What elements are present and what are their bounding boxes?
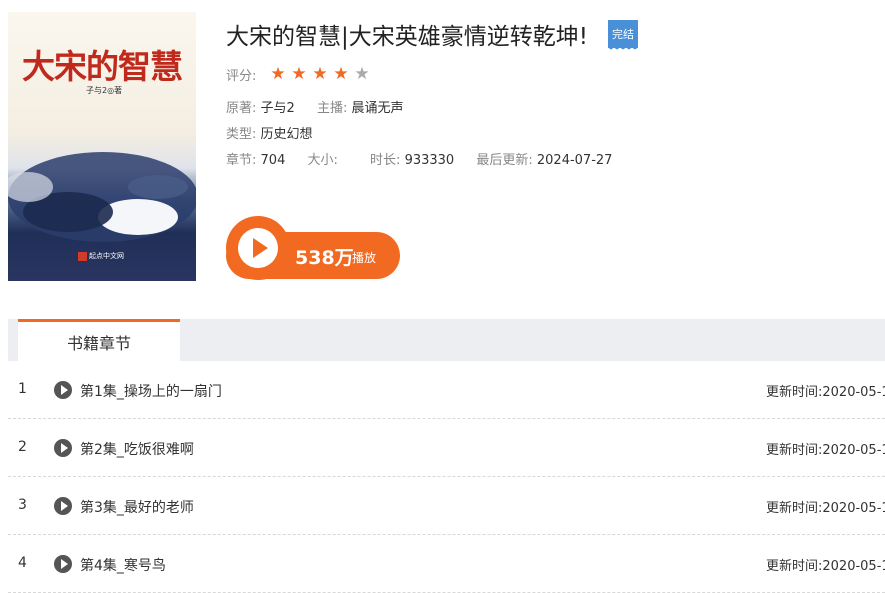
chapter-number: 1 [18,381,27,397]
duration-label: 时长: [370,153,401,168]
type-row: 类型: 历史幻想 [226,123,313,142]
play-label: 播放 [352,251,377,265]
type-label: 类型: [226,127,257,142]
author-link[interactable]: 子与2 [261,101,295,116]
cover-publisher: 起点中文网 [78,251,124,261]
chapter-updated: 更新时间:2020-05-19 [766,443,885,458]
narrator-link[interactable]: 晨诵无声 [351,101,403,116]
chapter-updated: 更新时间:2020-05-19 [766,385,885,400]
play-circle-icon[interactable] [54,497,72,515]
chapter-updated: 更新时间:2020-05-19 [766,559,885,574]
book-cover[interactable]: 大宋的智慧 子与2◎著 起点中文网 [8,12,196,281]
cover-author: 子与2◎著 [86,86,123,95]
title-row: 大宋的智慧|大宋英雄豪情逆转乾坤! 完结 [226,17,638,51]
chapter-title[interactable]: 第2集_吃饭很难啊 [80,439,194,459]
play-circle-icon[interactable] [54,381,72,399]
tab-book-chapters[interactable]: 书籍章节 [18,319,180,361]
star-filled-icon: ★ [333,64,349,84]
chapters-value: 704 [260,153,286,168]
credits-row: 原著: 子与2 主播: 晨诵无声 [226,97,404,116]
rating-label: 评分: [226,68,257,84]
chapter-updated: 更新时间:2020-05-19 [766,501,885,516]
chapter-number: 3 [18,497,27,513]
chapter-row[interactable]: 2 第2集_吃饭很难啊 更新时间:2020-05-19 [8,419,885,477]
chapter-title[interactable]: 第4集_寒号鸟 [80,555,166,575]
star-filled-icon: ★ [291,64,307,84]
rating-row: 评分: ★ ★ ★ ★ ★ [226,64,375,84]
play-icon [226,216,290,280]
star-empty-icon: ★ [354,64,370,84]
cover-title: 大宋的智慧 [22,47,183,86]
play-circle-icon[interactable] [54,555,72,573]
chapters-label: 章节: [226,153,257,168]
duration-value: 933330 [404,153,455,168]
chapter-row[interactable]: 4 第4集_寒号鸟 更新时间:2020-05-19 [8,535,885,593]
author-label: 原著: [226,101,257,116]
play-count: 538万 [295,247,354,269]
chapter-number: 2 [18,439,27,455]
star-filled-icon: ★ [270,64,286,84]
updated-label: 最后更新: [476,153,533,168]
stats-row: 章节: 704 大小: 时长: 933330 最后更新: 2024-07-27 [226,149,612,168]
size-label: 大小: [307,153,338,168]
play-circle-icon[interactable] [54,439,72,457]
narrator-label: 主播: [316,101,348,116]
type-link[interactable]: 历史幻想 [261,127,313,142]
publisher-logo-icon [78,251,87,261]
chapter-row[interactable]: 1 第1集_操场上的一扇门 更新时间:2020-05-19 [8,361,885,419]
publisher-name: 起点中文网 [89,252,124,260]
rating-stars: ★ ★ ★ ★ ★ [270,64,375,84]
chapter-row[interactable]: 3 第3集_最好的老师 更新时间:2020-05-19 [8,477,885,535]
chapter-title[interactable]: 第1集_操场上的一扇门 [80,381,222,401]
chapter-number: 4 [18,555,27,571]
tab-bar: 书籍章节 [8,319,885,361]
star-filled-icon: ★ [312,64,328,84]
updated-value: 2024-07-27 [536,153,613,168]
chapter-title[interactable]: 第3集_最好的老师 [80,497,194,517]
play-button[interactable]: 538万 播放 [226,216,400,280]
book-title: 大宋的智慧|大宋英雄豪情逆转乾坤! [226,24,588,50]
status-badge: 完结 [607,20,638,51]
